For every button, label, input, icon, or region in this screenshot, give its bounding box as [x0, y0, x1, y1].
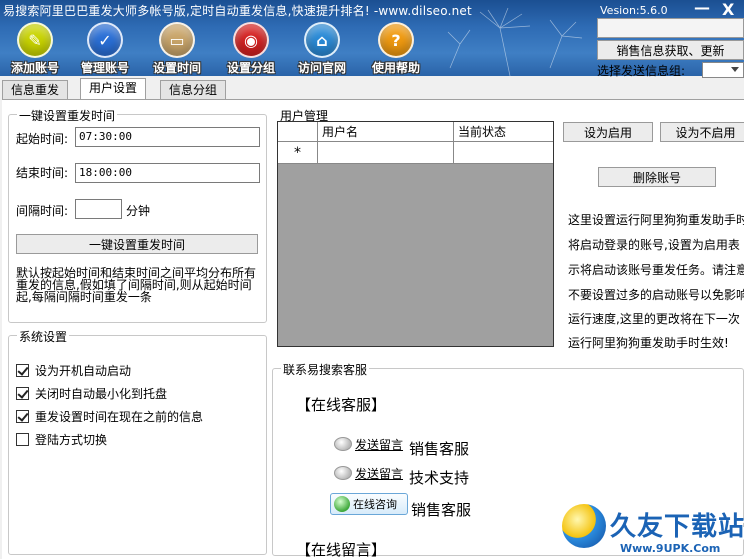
watermark-logo-icon	[562, 504, 606, 548]
set-group-button[interactable]: ◉ 设置分组	[216, 22, 286, 76]
checkbox-empty-icon	[16, 433, 29, 446]
online-consult-label: 在线咨询	[353, 498, 397, 511]
user-mgmt-info-line: 示将启动该账号重发任务。请注意	[568, 263, 744, 277]
interval-label: 间隔时间:	[16, 204, 69, 218]
user-mgmt-info-line: 这里设置运行阿里狗狗重发助手时	[568, 213, 744, 227]
consult-sales-label: 销售客服	[411, 501, 472, 519]
group-select-label: 选择发送信息组:	[597, 64, 686, 78]
end-time-label: 结束时间:	[16, 166, 69, 180]
online-service-header: 【在线客服】	[296, 396, 387, 414]
watermark: 久友下载站 Www.9UPK.Com	[562, 502, 744, 559]
interval-unit: 分钟	[126, 204, 151, 218]
leave-message-header: 【在线留言】	[296, 541, 387, 559]
new-row-marker: *	[278, 142, 318, 163]
column-header-status[interactable]: 当前状态	[454, 122, 553, 141]
send-message-link-sales[interactable]: 发送留言	[355, 436, 403, 453]
login-mode-label: 登陆方式切换	[35, 433, 108, 447]
message-bubble-icon	[334, 466, 352, 480]
table-header: 用户名 当前状态	[278, 122, 553, 142]
manage-account-icon: ✓	[87, 22, 123, 58]
row-header-cell	[278, 122, 318, 141]
manage-account-button[interactable]: ✓ 管理账号	[70, 22, 140, 76]
close-icon[interactable]: X	[722, 0, 734, 19]
checkbox-check-icon	[16, 387, 29, 400]
set-group-label: 设置分组	[226, 61, 275, 75]
status-cell[interactable]	[454, 142, 553, 163]
message-bubble-icon	[334, 437, 352, 451]
delete-account-button[interactable]: 删除账号	[598, 167, 716, 187]
checkbox-check-icon	[16, 364, 29, 377]
help-icon: ?	[378, 22, 414, 58]
set-time-button[interactable]: ▭ 设置时间	[142, 22, 212, 76]
resend-time-legend: 一键设置重发时间	[17, 107, 118, 124]
help-button[interactable]: ? 使用帮助	[361, 22, 431, 76]
end-time-input[interactable]: 18:00:00	[75, 163, 260, 183]
checkbox-check-icon	[16, 410, 29, 423]
resend-past-label: 重发设置时间在现在之前的信息	[35, 410, 204, 424]
minimize-icon[interactable]: —	[694, 0, 710, 17]
home-icon: ⌂	[304, 22, 340, 58]
start-time-input[interactable]: 07:30:00	[75, 127, 260, 147]
tab-info-group[interactable]: 信息分组	[160, 80, 227, 99]
interval-input[interactable]	[75, 199, 122, 219]
tab-user-settings[interactable]: 用户设置	[80, 78, 147, 99]
visit-site-button[interactable]: ⌂ 访问官网	[287, 22, 357, 76]
sales-service-label: 销售客服	[409, 440, 470, 458]
set-group-icon: ◉	[233, 22, 269, 58]
column-header-username[interactable]: 用户名	[318, 122, 454, 141]
start-time-label: 起始时间:	[16, 132, 69, 146]
send-message-link-tech[interactable]: 发送留言	[355, 465, 403, 482]
blank-bar	[597, 18, 744, 38]
watermark-url: Www.9UPK.Com	[620, 542, 721, 555]
window-title: 易搜索阿里巴巴重发大师多帐号版,定时自动重发信息,快速提升排名! -www.di…	[3, 4, 472, 18]
service-legend: 联系易搜索客服	[281, 361, 370, 378]
auto-start-label: 设为开机自动启动	[35, 364, 132, 378]
add-account-icon: ✎	[17, 22, 53, 58]
username-cell[interactable]	[318, 142, 454, 163]
tech-support-label: 技术支持	[409, 469, 470, 487]
system-settings-legend: 系统设置	[17, 328, 70, 345]
user-table: 用户名 当前状态 *	[277, 121, 554, 347]
add-account-label: 添加账号	[10, 61, 59, 75]
tab-bar: 信息重发 用户设置 信息分组	[0, 78, 744, 99]
visit-site-label: 访问官网	[297, 61, 346, 75]
user-mgmt-info-line: 将启动登录的账号,设置为启用表	[568, 238, 740, 252]
user-mgmt-info-line: 运行速度,这里的更改将在下一次	[568, 312, 740, 326]
add-account-button[interactable]: ✎ 添加账号	[0, 22, 70, 76]
help-label: 使用帮助	[371, 61, 420, 75]
manage-account-label: 管理账号	[80, 61, 129, 75]
set-time-label: 设置时间	[152, 61, 201, 75]
user-mgmt-info-line: 运行阿里狗狗重发助手时生效!	[568, 336, 729, 350]
resend-past-checkbox[interactable]: 重发设置时间在现在之前的信息	[16, 408, 203, 425]
user-mgmt-info-line: 不要设置过多的启动账号以免影响	[568, 288, 744, 302]
set-time-icon: ▭	[159, 22, 195, 58]
group-select[interactable]	[702, 62, 744, 78]
login-mode-checkbox[interactable]: 登陆方式切换	[16, 431, 107, 448]
watermark-title: 久友下载站	[610, 512, 744, 542]
fetch-sales-info-button[interactable]: 销售信息获取、更新	[597, 40, 744, 60]
online-consult-button[interactable]: 在线咨询	[330, 493, 408, 515]
disable-button[interactable]: 设为不启用	[660, 122, 744, 142]
set-resend-time-button[interactable]: 一键设置重发时间	[16, 234, 258, 254]
table-row[interactable]: *	[278, 142, 553, 164]
minimize-to-tray-checkbox[interactable]: 关闭时自动最小化到托盘	[16, 385, 167, 402]
auto-start-checkbox[interactable]: 设为开机自动启动	[16, 362, 131, 379]
minimize-to-tray-label: 关闭时自动最小化到托盘	[35, 387, 168, 401]
consult-icon	[334, 496, 350, 512]
enable-button[interactable]: 设为启用	[563, 122, 653, 142]
version-label: Vesion:5.6.0	[600, 4, 668, 17]
resend-description: 默认按起始时间和结束时间之间平均分布所有重发的信息,假如填了间隔时间,则从起始时…	[16, 266, 257, 304]
tab-resend[interactable]: 信息重发	[2, 80, 69, 99]
